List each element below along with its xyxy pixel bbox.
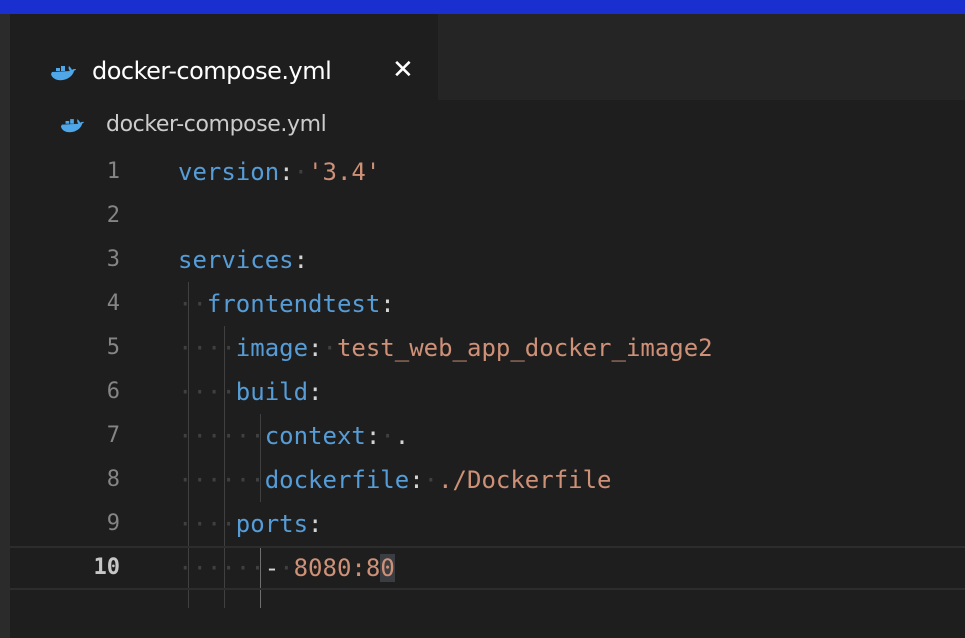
code-text: ····image:·test_web_app_docker_image2 [178,334,713,362]
breadcrumb-item-file[interactable]: docker-compose.yml [106,112,327,137]
code-text: ····build: [178,378,323,406]
window-accent-bar [0,0,965,14]
code-text: ······dockerfile:·./Dockerfile [178,466,612,494]
code-line[interactable]: 5 ····image:·test_web_app_docker_image2 [10,326,965,370]
line-number: 7 [106,423,120,448]
yaml-colon: : [365,422,381,450]
docker-whale-icon [60,119,84,133]
line-number: 5 [106,335,120,360]
yaml-value: . [394,422,410,450]
code-line[interactable]: 9 ····ports: [10,502,965,546]
line-number: 3 [106,247,120,272]
code-text: services: [178,238,308,282]
code-line[interactable]: 7 ······context:·. [10,414,965,458]
yaml-colon: : [380,290,395,318]
yaml-dash: - [264,554,280,582]
code-text: ····ports: [178,510,323,538]
yaml-key: services [178,246,294,274]
tab-docker-compose[interactable]: docker-compose.yml ✕ [10,14,438,100]
activity-bar-edge [0,14,10,638]
yaml-colon: : [308,510,323,538]
yaml-colon: : [293,246,309,274]
close-icon[interactable]: ✕ [392,55,414,85]
code-line[interactable]: 4 ··frontendtest: [10,282,965,326]
tab-title: docker-compose.yml [92,57,332,85]
yaml-key: build [235,378,309,406]
yaml-colon: : [409,466,424,494]
yaml-key: frontendtest [206,290,381,318]
yaml-key: dockerfile [264,466,410,494]
line-number: 1 [106,159,120,184]
docker-whale-icon [51,66,76,81]
yaml-colon: : [279,158,294,186]
code-line[interactable]: 6 ····build: [10,370,965,414]
line-number: 10 [93,555,121,580]
yaml-key: context [264,422,366,450]
yaml-colon: : [308,334,323,362]
text-cursor: 0 [380,554,395,582]
code-editor[interactable]: 1 version:·'3.4' 2 3 services: 4 ··front… [10,150,965,638]
code-line[interactable]: 8 ······dockerfile:·./Dockerfile [10,458,965,502]
line-number: 4 [106,291,120,316]
line-number: 6 [106,379,120,404]
code-line[interactable]: 1 version:·'3.4' [10,150,965,194]
yaml-value: test_web_app_docker_image2 [336,334,713,362]
line-number: 2 [106,203,120,228]
yaml-key: ports [235,510,309,538]
yaml-key: image [235,334,309,362]
yaml-key: version [178,158,280,186]
yaml-value: 8080:80 [293,554,395,582]
code-text: ··frontendtest: [178,290,395,318]
breadcrumb: docker-compose.yml [10,100,965,150]
yaml-value: '3.4' [308,158,381,186]
line-number: 8 [106,467,120,492]
code-text: ······context:·. [178,422,410,450]
code-text: version:·'3.4' [178,158,381,186]
code-line[interactable]: 3 services: [10,238,965,282]
code-text: ······-·8080:80 [178,554,395,582]
yaml-value: ./Dockerfile [438,466,612,494]
code-line[interactable]: 2 [10,194,965,238]
code-line-current[interactable]: 10 ······-·8080:80 [10,546,965,590]
yaml-colon: : [308,378,323,406]
line-number: 9 [106,511,120,536]
